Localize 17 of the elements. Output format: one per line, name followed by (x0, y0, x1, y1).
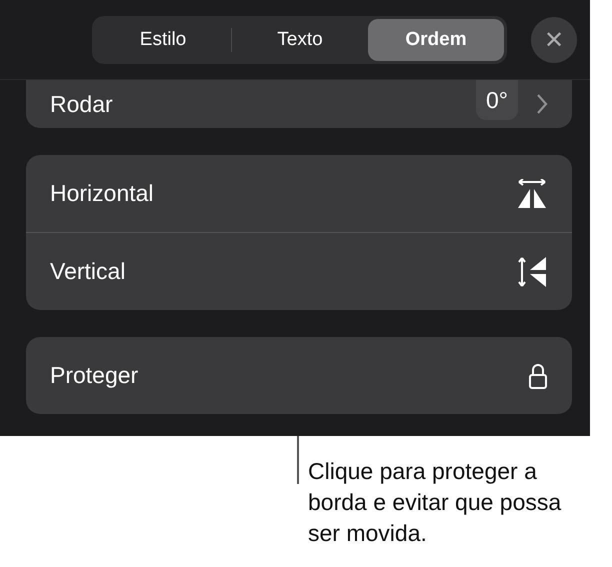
close-button[interactable]: ✕ (531, 16, 577, 62)
tab[interactable]: Texto (232, 18, 368, 60)
chevron-right-icon (536, 93, 548, 115)
row-label[interactable]: Vertical (50, 258, 518, 285)
row-label[interactable]: Horizontal (50, 180, 516, 207)
lock-icon (528, 362, 548, 388)
rotate-row[interactable]: Rodar 0° (26, 80, 572, 128)
flip-vertical-icon (518, 256, 548, 288)
angle-value[interactable]: 0° (476, 80, 518, 120)
flip-horizontal-icon (516, 178, 548, 208)
callout-text: Clique para proteger a borda e evitar que possa ser movida. (308, 457, 562, 548)
leader-line (297, 436, 299, 484)
lock-card[interactable]: Proteger (26, 337, 572, 414)
row-label: Proteger (50, 362, 140, 389)
tab[interactable]: Estilo (95, 18, 231, 60)
row-label: Rodar (50, 90, 114, 118)
tab[interactable]: Ordem (368, 18, 504, 60)
